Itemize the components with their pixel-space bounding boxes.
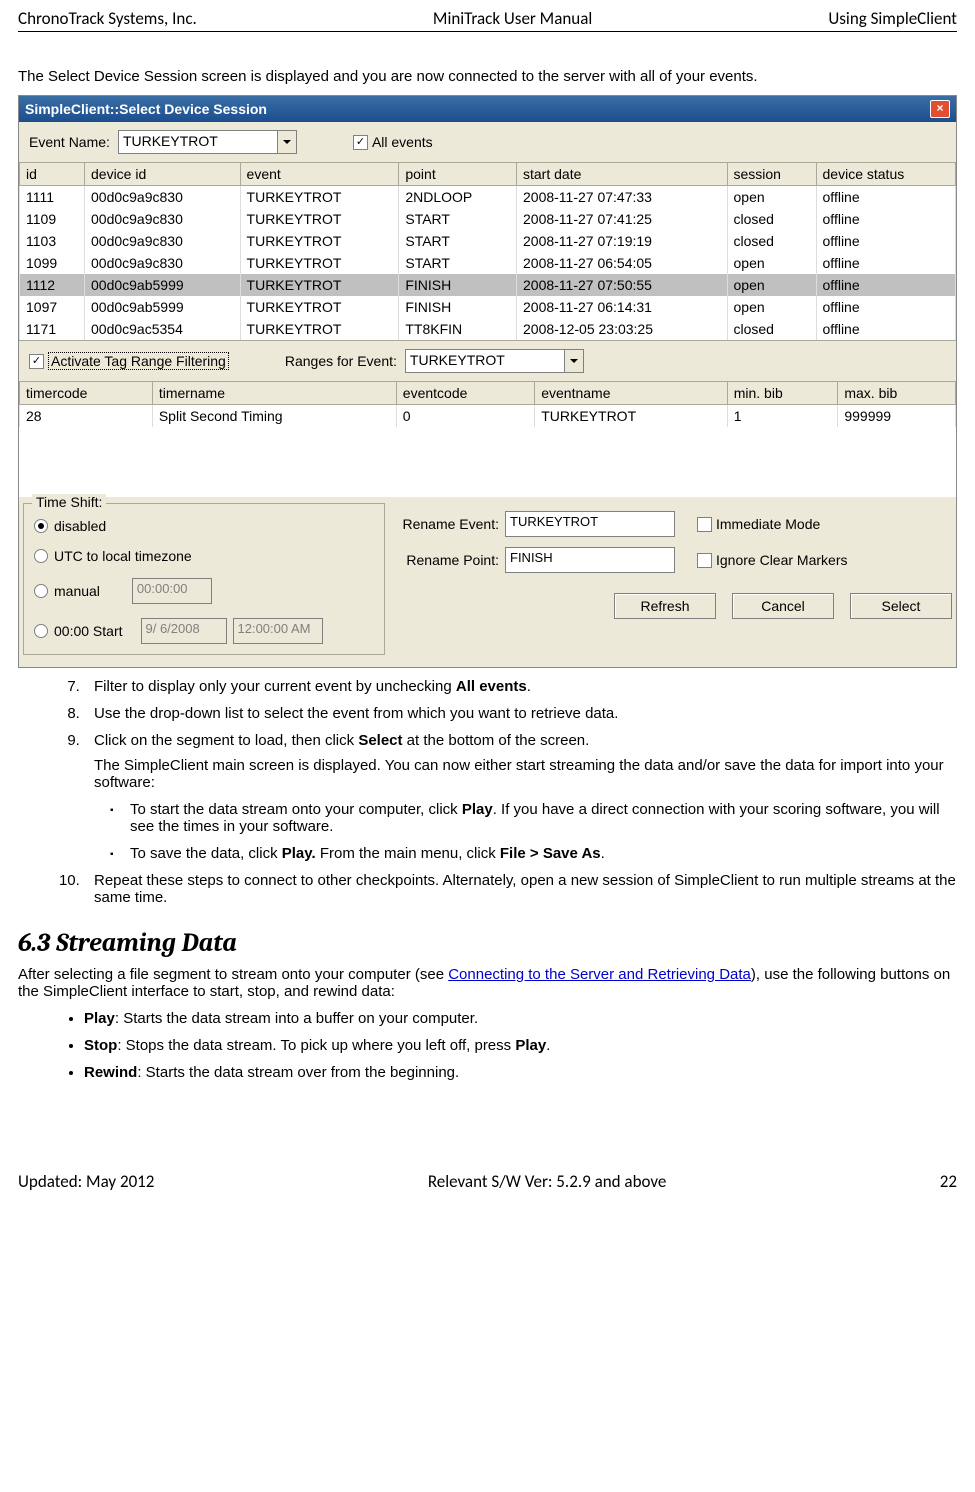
section-6-3-bullets: Play: Starts the data stream into a buff… bbox=[18, 1010, 957, 1081]
table-row[interactable]: 111100d0c9a9c830TURKEYTROT2NDLOOP2008-11… bbox=[20, 186, 956, 209]
column-header[interactable]: eventname bbox=[535, 382, 727, 405]
rename-point-label: Rename Point: bbox=[399, 552, 499, 568]
section-6-3-heading: 6.3 Streaming Data bbox=[18, 928, 957, 958]
step-9: Click on the segment to load, then click… bbox=[84, 732, 957, 862]
step-7: Filter to display only your current even… bbox=[84, 678, 957, 695]
column-header[interactable]: start date bbox=[517, 163, 728, 186]
page-footer: Updated: May 2012 Relevant S/W Ver: 5.2.… bbox=[18, 1171, 957, 1192]
table-row[interactable]: 28Split Second Timing0TURKEYTROT1999999 bbox=[20, 405, 956, 428]
event-name-value: TURKEYTROT bbox=[119, 131, 277, 153]
all-events-checkbox[interactable]: ✓ All events bbox=[353, 134, 433, 150]
intro-text: The Select Device Session screen is disp… bbox=[18, 68, 957, 85]
column-header[interactable]: eventcode bbox=[396, 382, 534, 405]
page-header: ChronoTrack Systems, Inc. MiniTrack User… bbox=[18, 8, 957, 32]
header-center: MiniTrack User Manual bbox=[433, 8, 592, 29]
step-9-sub-2: To save the data, click Play. From the m… bbox=[130, 845, 957, 862]
select-button[interactable]: Select bbox=[850, 593, 952, 619]
all-events-label: All events bbox=[372, 134, 433, 150]
header-right: Using SimpleClient bbox=[828, 8, 957, 29]
column-header[interactable]: point bbox=[399, 163, 517, 186]
table-row[interactable]: 110300d0c9a9c830TURKEYTROTSTART2008-11-2… bbox=[20, 230, 956, 252]
table-row[interactable]: 117100d0c9ac5354TURKEYTROTTT8KFIN2008-12… bbox=[20, 318, 956, 340]
column-header[interactable]: timername bbox=[152, 382, 396, 405]
chevron-down-icon[interactable] bbox=[564, 350, 583, 372]
column-header[interactable]: timercode bbox=[20, 382, 153, 405]
rename-point-input[interactable]: FINISH bbox=[505, 547, 675, 573]
refresh-button[interactable]: Refresh bbox=[614, 593, 716, 619]
table-row[interactable]: 109700d0c9ab5999TURKEYTROTFINISH2008-11-… bbox=[20, 296, 956, 318]
bullet-stop: Stop: Stops the data stream. To pick up … bbox=[84, 1037, 957, 1054]
title-bar: SimpleClient::Select Device Session × bbox=[19, 96, 956, 122]
ts-start-radio[interactable]: 00:00 Start 9/ 6/2008 12:00:00 AM bbox=[34, 618, 374, 644]
footer-center: Relevant S/W Ver: 5.2.9 and above bbox=[428, 1171, 667, 1192]
ignore-markers-checkbox[interactable]: Ignore Clear Markers bbox=[697, 552, 848, 568]
column-header[interactable]: device status bbox=[816, 163, 955, 186]
time-shift-legend: Time Shift: bbox=[32, 494, 106, 510]
rename-event-label: Rename Event: bbox=[399, 516, 499, 532]
checkbox-icon: ✓ bbox=[353, 135, 368, 150]
bullet-play: Play: Starts the data stream into a buff… bbox=[84, 1010, 957, 1027]
bottom-panel: Time Shift: disabled UTC to local timezo… bbox=[19, 497, 956, 667]
ts-manual-radio[interactable]: manual 00:00:00 bbox=[34, 578, 374, 604]
ts-start-time: 12:00:00 AM bbox=[233, 618, 323, 644]
header-left: ChronoTrack Systems, Inc. bbox=[18, 8, 197, 29]
ts-manual-time: 00:00:00 bbox=[132, 578, 212, 604]
sessions-table: iddevice ideventpointstart datesessionde… bbox=[19, 162, 956, 340]
ts-start-date: 9/ 6/2008 bbox=[141, 618, 227, 644]
column-header[interactable]: event bbox=[240, 163, 399, 186]
column-header[interactable]: min. bib bbox=[727, 382, 838, 405]
event-name-dropdown[interactable]: TURKEYTROT bbox=[118, 130, 297, 154]
footer-left: Updated: May 2012 bbox=[18, 1171, 154, 1192]
close-icon[interactable]: × bbox=[930, 100, 950, 118]
bullet-rewind: Rewind: Starts the data stream over from… bbox=[84, 1064, 957, 1081]
event-row: Event Name: TURKEYTROT ✓ All events bbox=[19, 122, 956, 162]
step-10: Repeat these steps to connect to other c… bbox=[84, 872, 957, 906]
activate-filtering-checkbox[interactable]: ✓ Activate Tag Range Filtering bbox=[29, 352, 229, 370]
ts-utc-radio[interactable]: UTC to local timezone bbox=[34, 548, 374, 564]
table-row[interactable]: 111200d0c9ab5999TURKEYTROTFINISH2008-11-… bbox=[20, 274, 956, 296]
chevron-down-icon[interactable] bbox=[277, 131, 296, 153]
event-name-label: Event Name: bbox=[29, 134, 110, 150]
column-header[interactable]: session bbox=[727, 163, 816, 186]
step-9-sub-1: To start the data stream onto your compu… bbox=[130, 801, 957, 835]
rename-event-input[interactable]: TURKEYTROT bbox=[505, 511, 675, 537]
time-shift-group: Time Shift: disabled UTC to local timezo… bbox=[23, 503, 385, 655]
table-row[interactable]: 110900d0c9a9c830TURKEYTROTSTART2008-11-2… bbox=[20, 208, 956, 230]
steps-list: Filter to display only your current even… bbox=[84, 678, 957, 906]
step-8: Use the drop-down list to select the eve… bbox=[84, 705, 957, 722]
footer-right: 22 bbox=[940, 1171, 957, 1192]
column-header[interactable]: max. bib bbox=[838, 382, 956, 405]
ranges-value: TURKEYTROT bbox=[406, 350, 564, 372]
cancel-button[interactable]: Cancel bbox=[732, 593, 834, 619]
column-header[interactable]: device id bbox=[85, 163, 241, 186]
link-connecting[interactable]: Connecting to the Server and Retrieving … bbox=[448, 966, 751, 983]
ranges-table: timercodetimernameeventcodeeventnamemin.… bbox=[19, 381, 956, 427]
ts-disabled-radio[interactable]: disabled bbox=[34, 518, 374, 534]
column-header[interactable]: id bbox=[20, 163, 85, 186]
filter-row: ✓ Activate Tag Range Filtering Ranges fo… bbox=[19, 340, 956, 381]
rename-group: Rename Event: TURKEYTROT Immediate Mode … bbox=[399, 503, 952, 655]
table-row[interactable]: 109900d0c9a9c830TURKEYTROTSTART2008-11-2… bbox=[20, 252, 956, 274]
activate-filtering-label: Activate Tag Range Filtering bbox=[48, 352, 229, 370]
screenshot-window: SimpleClient::Select Device Session × Ev… bbox=[18, 95, 957, 668]
immediate-mode-checkbox[interactable]: Immediate Mode bbox=[697, 516, 820, 532]
window-title: SimpleClient::Select Device Session bbox=[25, 101, 267, 117]
section-6-3-intro: After selecting a file segment to stream… bbox=[18, 966, 957, 1000]
ranges-dropdown[interactable]: TURKEYTROT bbox=[405, 349, 584, 373]
ranges-label: Ranges for Event: bbox=[285, 353, 397, 369]
checkbox-icon: ✓ bbox=[29, 354, 44, 369]
